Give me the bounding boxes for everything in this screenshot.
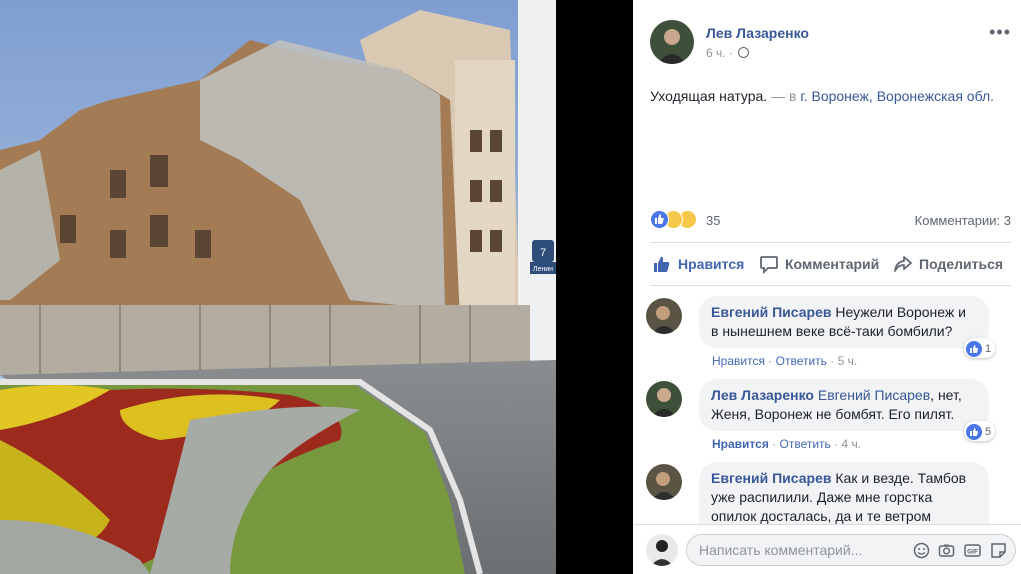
post-time[interactable]: 6 ч.	[706, 46, 726, 60]
sticker-icon[interactable]	[990, 542, 1007, 559]
comment-composer: Написать комментарий... GIF	[633, 524, 1021, 574]
globe-icon	[738, 47, 750, 58]
post-header: Лев Лазаренко 6 ч. · •••	[650, 20, 1011, 68]
like-button[interactable]: Нравится	[652, 245, 744, 283]
post-text: Уходящая натура. — в г. Воронеж, Воронеж…	[650, 86, 1010, 106]
like-reaction-icon	[966, 340, 982, 357]
comment-bubble: Евгений Писарев Неужели Воронеж и в ныне…	[699, 296, 989, 348]
post-actions: Нравится Комментарий Поделиться	[650, 245, 1011, 283]
share-button[interactable]: Поделиться	[893, 245, 1003, 283]
comment-item: Евгений Писарев Неужели Воронеж и в ныне…	[646, 296, 1006, 376]
comment-actions: Нравится · Ответить · 5 ч.	[712, 354, 858, 368]
comment-input[interactable]: Написать комментарий... GIF	[686, 534, 1016, 566]
emoji-icon[interactable]	[913, 542, 930, 559]
mention-link[interactable]: Евгений Писарев	[818, 387, 930, 403]
comment-time[interactable]: 4 ч.	[841, 437, 861, 451]
comment-reply-link[interactable]: Ответить	[780, 437, 831, 451]
like-label: Нравится	[678, 256, 745, 272]
current-user-avatar	[646, 534, 678, 566]
comment-time[interactable]: 5 ч.	[838, 354, 858, 368]
comment-like-number: 1	[985, 342, 992, 355]
comment-like-link[interactable]: Нравится	[712, 437, 769, 451]
place-link[interactable]: г. Воронеж, Воронежская обл.	[800, 88, 994, 104]
comment-actions: Нравится · Ответить · 4 ч.	[712, 437, 862, 451]
commenter-avatar[interactable]	[646, 381, 682, 417]
gif-icon[interactable]: GIF	[964, 542, 981, 559]
author-avatar[interactable]	[650, 20, 694, 64]
share-icon	[894, 256, 912, 272]
commenter-name[interactable]: Лев Лазаренко	[711, 387, 814, 403]
thumbs-up-icon	[654, 256, 670, 272]
divider	[650, 285, 1011, 286]
camera-icon[interactable]	[938, 542, 955, 559]
commenter-avatar[interactable]	[646, 464, 682, 500]
post-body: Уходящая натура.	[650, 88, 768, 104]
post-photo: 7 Ленин	[0, 0, 556, 574]
comment-reply-link[interactable]: Ответить	[776, 354, 827, 368]
sign-number: 7	[540, 247, 546, 259]
meta-separator: ·	[728, 46, 733, 60]
comment-like-link[interactable]: Нравится	[712, 354, 765, 368]
comment-bubble: Евгений Писарев Как и везде. Тамбов уже …	[699, 462, 989, 524]
more-options-button[interactable]: •••	[989, 22, 1011, 43]
reactions-bar: 35 Комментарии: 3	[650, 210, 1011, 232]
comment-button[interactable]: Комментарий	[759, 245, 879, 283]
comment-like-count[interactable]: 1	[964, 338, 996, 358]
like-reaction-icon	[650, 210, 669, 229]
share-label: Поделиться	[919, 256, 1004, 272]
comment-bubble: Лев Лазаренко Евгений Писарев, нет, Женя…	[699, 379, 989, 431]
svg-text:GIF: GIF	[967, 549, 978, 556]
comment-like-count[interactable]: 5	[964, 421, 996, 441]
commenter-avatar[interactable]	[646, 298, 682, 334]
comments-list[interactable]: Евгений Писарев Неужели Воронеж и в ныне…	[633, 292, 1021, 524]
comment-label: Комментарий	[785, 256, 880, 272]
comment-item: Лев Лазаренко Евгений Писарев, нет, Женя…	[646, 379, 1006, 459]
comment-placeholder: Написать комментарий...	[699, 542, 863, 558]
comment-like-number: 5	[985, 425, 992, 438]
checkin-prefix: — в	[771, 88, 797, 104]
comment-item: Евгений Писарев Как и везде. Тамбов уже …	[646, 462, 1006, 524]
reaction-count[interactable]: 35	[706, 213, 720, 228]
viewer-gap	[556, 0, 633, 574]
post-meta: 6 ч. ·	[706, 46, 750, 60]
post-panel: Лев Лазаренко 6 ч. · ••• Уходящая натура…	[633, 0, 1021, 574]
comments-count[interactable]: Комментарии: 3	[915, 213, 1011, 228]
sign-text: Ленин	[533, 266, 553, 273]
like-reaction-icon	[966, 423, 982, 440]
comment-icon	[760, 256, 778, 274]
commenter-name[interactable]: Евгений Писарев	[711, 304, 831, 320]
author-name[interactable]: Лев Лазаренко	[706, 25, 809, 41]
divider	[650, 242, 1011, 243]
photo-viewer[interactable]: 7 Ленин	[0, 0, 556, 574]
commenter-name[interactable]: Евгений Писарев	[711, 470, 831, 486]
